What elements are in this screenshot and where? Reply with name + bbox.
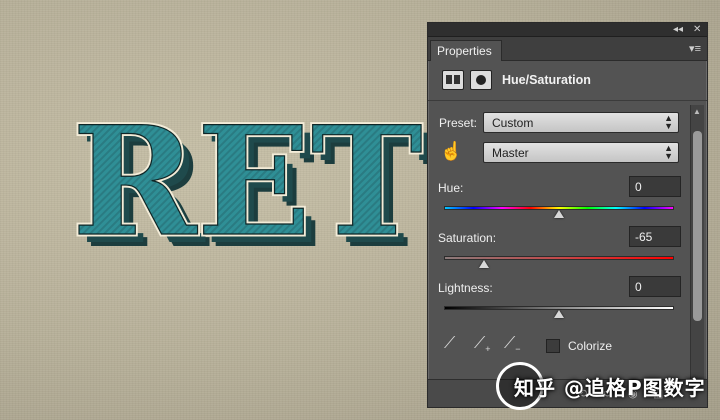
close-icon[interactable]: ✕ xyxy=(693,24,701,36)
mask-glyph xyxy=(476,75,486,85)
saturation-label: Saturation: xyxy=(438,231,497,245)
lightness-label: Lightness: xyxy=(438,281,493,295)
eyedropper-subtract-icon[interactable]: ⟋− xyxy=(504,335,526,357)
saturation-input[interactable]: -65 xyxy=(629,226,681,247)
scroll-up-icon[interactable]: ▲ xyxy=(693,107,701,116)
colorize-checkbox[interactable] xyxy=(546,339,560,353)
watermark: 知乎 @追格P图数字 xyxy=(496,362,718,410)
channel-select[interactable]: Master ▲ ▼ xyxy=(483,142,679,163)
tab-properties[interactable]: Properties xyxy=(430,40,502,61)
adjustment-header: Hue/Saturation xyxy=(428,61,707,101)
saturation-slider-thumb[interactable] xyxy=(479,260,490,268)
preset-select[interactable]: Custom ▲ ▼ xyxy=(483,112,679,133)
hand-pointer-icon[interactable]: ☝ xyxy=(440,141,462,162)
select-arrows-icon: ▲ ▼ xyxy=(664,113,673,131)
lightness-slider-thumb[interactable] xyxy=(554,310,564,318)
adjustment-layer-glyph xyxy=(446,75,460,84)
channel-value: Master xyxy=(492,146,529,160)
scrollbar-thumb[interactable] xyxy=(693,131,702,321)
retro-text-artwork: RET RET RET RET xyxy=(70,118,435,278)
eyedropper-icon[interactable]: ⟋ xyxy=(444,335,466,357)
hue-slider-thumb[interactable] xyxy=(554,210,564,218)
panel-menu-icon[interactable]: ▾≡ xyxy=(689,42,701,55)
tab-bar: Properties ▾≡ xyxy=(428,37,707,61)
eyedropper-add-icon[interactable]: ⟋+ xyxy=(474,335,496,357)
colorize-label: Colorize xyxy=(568,339,613,353)
adjustment-layer-icon[interactable] xyxy=(442,70,464,90)
watermark-text: 知乎 @追格P图数字 xyxy=(514,376,706,400)
adjustment-title: Hue/Saturation xyxy=(502,73,591,87)
preset-value: Custom xyxy=(492,116,534,130)
hue-label: Hue: xyxy=(438,181,464,195)
select-arrows-icon: ▲ ▼ xyxy=(664,143,673,161)
artwork-outline-text: RET xyxy=(72,118,423,270)
properties-panel: ◂◂ ✕ Properties ▾≡ Hue/Saturation Preset… xyxy=(427,22,708,408)
preset-label: Preset: xyxy=(439,116,478,130)
panel-header-strip: ◂◂ ✕ xyxy=(428,23,707,37)
lightness-input[interactable]: 0 xyxy=(629,276,681,297)
mask-icon[interactable] xyxy=(470,70,492,90)
panel-scrollbar[interactable]: ▲ ▼ xyxy=(690,105,704,395)
eyedropper-tools: ⟋ ⟋+ ⟋− Colorize xyxy=(442,335,642,359)
collapse-icon[interactable]: ◂◂ xyxy=(673,24,683,36)
hue-input[interactable]: 0 xyxy=(629,176,681,197)
